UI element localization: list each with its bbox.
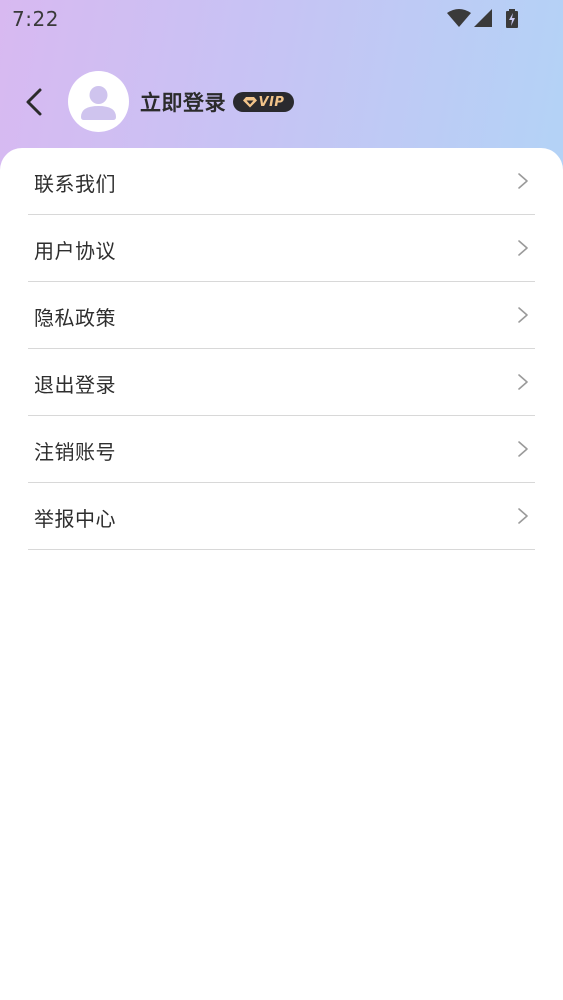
user-icon (81, 86, 116, 120)
menu-list: 联系我们 用户协议 隐私政策 退出登录 注销账号 举报中心 (28, 148, 535, 550)
chevron-right-icon (518, 374, 528, 390)
login-link[interactable]: 立即登录 (140, 87, 226, 117)
status-bar: 7:22 (0, 0, 563, 40)
menu-item-delete-account[interactable]: 注销账号 (28, 416, 535, 483)
menu-item-privacy-policy[interactable]: 隐私政策 (28, 282, 535, 349)
chevron-right-icon (518, 173, 528, 189)
menu-item-report-center[interactable]: 举报中心 (28, 483, 535, 550)
chevron-left-icon (26, 88, 42, 116)
avatar[interactable] (68, 71, 129, 132)
menu-item-label: 用户协议 (34, 239, 116, 263)
wifi-icon (447, 9, 471, 27)
menu-item-contact-us[interactable]: 联系我们 (28, 148, 535, 215)
chevron-right-icon (518, 307, 528, 323)
vip-badge: VIP (233, 92, 294, 112)
menu-item-label: 隐私政策 (34, 306, 116, 330)
menu-item-label: 注销账号 (34, 440, 116, 464)
battery-charging-icon (506, 9, 518, 28)
back-button[interactable] (18, 82, 54, 122)
chevron-right-icon (518, 508, 528, 524)
settings-screen: 7:22 立即登录 VIP 联系我们 用户协议 隐私政策 退出登录 注销账号 举… (0, 0, 563, 1000)
signal-icon (474, 9, 492, 27)
status-time: 7:22 (12, 7, 59, 31)
chevron-right-icon (518, 441, 528, 457)
menu-item-user-agreement[interactable]: 用户协议 (28, 215, 535, 282)
diamond-icon (242, 97, 257, 108)
menu-item-label: 举报中心 (34, 507, 116, 531)
status-icons (447, 8, 523, 30)
chevron-right-icon (518, 240, 528, 256)
menu-item-label: 退出登录 (34, 373, 116, 397)
vip-label: VIP (258, 94, 285, 110)
menu-item-logout[interactable]: 退出登录 (28, 349, 535, 416)
menu-card: 联系我们 用户协议 隐私政策 退出登录 注销账号 举报中心 (0, 148, 563, 1000)
profile-header: 立即登录 VIP (0, 68, 563, 134)
menu-item-label: 联系我们 (34, 172, 116, 196)
